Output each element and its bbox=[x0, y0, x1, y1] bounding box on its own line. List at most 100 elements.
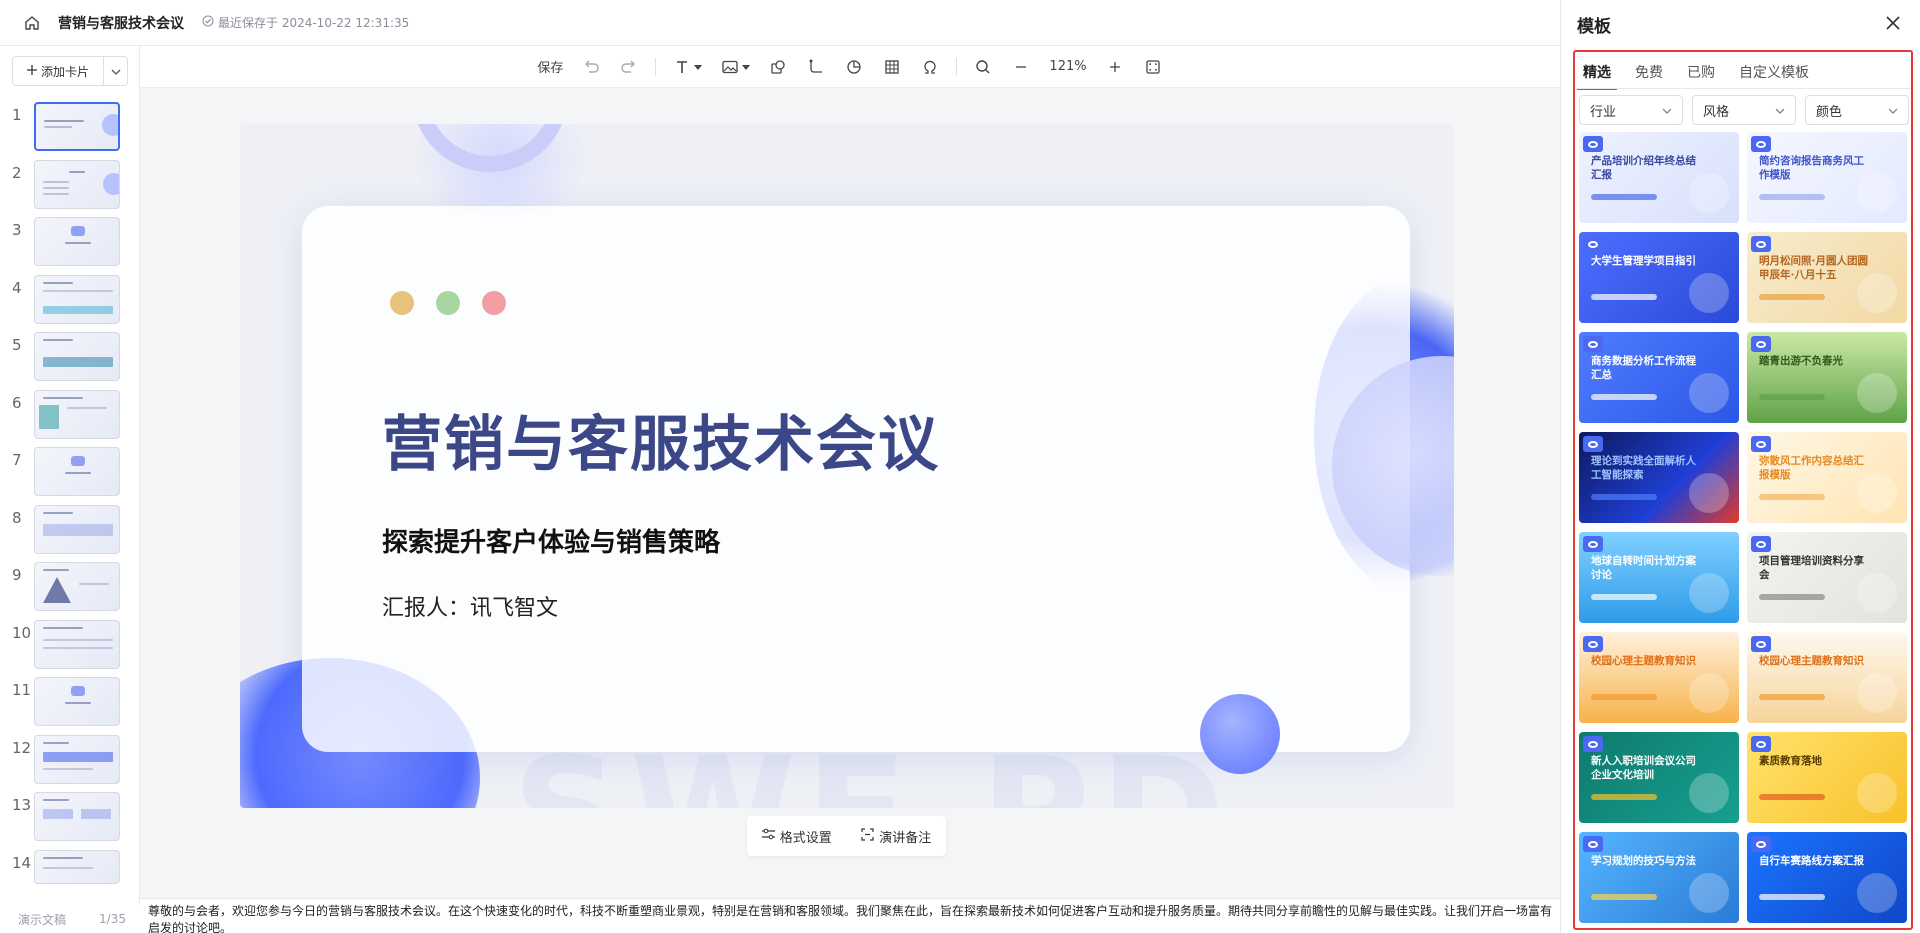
slide-thumbnail[interactable] bbox=[34, 332, 120, 381]
table-tool-button[interactable] bbox=[880, 54, 904, 80]
template-card[interactable]: 简约咨询报告商务风工作模版 bbox=[1747, 132, 1907, 223]
undo-button[interactable] bbox=[579, 54, 603, 80]
add-card-control: 添加卡片 bbox=[12, 56, 128, 86]
redo-button[interactable] bbox=[617, 54, 641, 80]
template-subtitle-bar bbox=[1591, 494, 1657, 500]
slide-row[interactable]: 7 bbox=[0, 447, 140, 505]
dot-green bbox=[436, 291, 460, 315]
fit-screen-button[interactable] bbox=[1141, 54, 1165, 80]
slide-thumbnail[interactable] bbox=[34, 792, 120, 841]
add-card-dropdown-button[interactable] bbox=[103, 57, 127, 85]
slide-thumbnail[interactable] bbox=[34, 102, 120, 151]
decor-circle-large bbox=[1332, 356, 1454, 576]
template-card[interactable]: 校园心理主题教育知识 bbox=[1747, 632, 1907, 723]
slide-row[interactable]: 5 bbox=[0, 332, 140, 390]
search-button[interactable] bbox=[971, 54, 995, 80]
slide-thumbnail[interactable] bbox=[34, 677, 120, 726]
template-subtitle-bar bbox=[1759, 294, 1825, 300]
redo-icon bbox=[619, 57, 639, 77]
slide-row[interactable]: 3 bbox=[0, 217, 140, 275]
template-title: 新人入职培训会议公司企业文化培训 bbox=[1591, 755, 1696, 781]
table-icon bbox=[882, 57, 902, 77]
color-filter[interactable]: 颜色 bbox=[1805, 95, 1909, 125]
speaker-notes-button[interactable]: 演讲备注 bbox=[861, 827, 931, 846]
slide-row[interactable]: 11 bbox=[0, 677, 140, 735]
tab-custom[interactable]: 自定义模板 bbox=[1739, 56, 1809, 88]
slide-row[interactable]: 12 bbox=[0, 734, 140, 793]
format-settings-button[interactable]: 格式设置 bbox=[761, 827, 832, 846]
slide-number: 13 bbox=[12, 796, 32, 814]
slide-thumbnail[interactable] bbox=[34, 619, 120, 669]
template-card[interactable]: 理论到实践全面解析人工智能探索 bbox=[1579, 432, 1739, 523]
text-tool-button[interactable] bbox=[670, 54, 704, 80]
close-icon[interactable] bbox=[1882, 12, 1904, 34]
zoom-in-button[interactable] bbox=[1103, 54, 1127, 80]
slide-row[interactable]: 13 bbox=[0, 792, 140, 850]
slide-row[interactable]: 4 bbox=[0, 274, 140, 333]
slide-thumbnail[interactable] bbox=[34, 849, 120, 884]
speaker-notes-text[interactable]: 尊敬的与会者，欢迎您参与今日的营销与客服技术会议。在这个快速变化的时代，科技不断… bbox=[140, 898, 1560, 933]
slide-row[interactable]: 9 bbox=[0, 562, 140, 620]
template-card[interactable]: 明月松间照·月圆人团圆 甲辰年·八月十五 bbox=[1747, 232, 1907, 323]
template-card[interactable]: 学习规划的技巧与方法 bbox=[1579, 832, 1739, 923]
template-card[interactable]: 大学生管理学项目指引 bbox=[1579, 232, 1739, 323]
slide-thumbnail[interactable] bbox=[34, 389, 120, 439]
slide-canvas[interactable]: SWF PD 营销与客服技术会议 探索提升客户体验与销售策略 汇报人：讯飞智文 bbox=[240, 124, 1454, 808]
tab-free[interactable]: 免费 bbox=[1635, 56, 1663, 88]
template-card[interactable]: 校园心理主题教育知识 bbox=[1579, 632, 1739, 723]
slide-thumbnail[interactable] bbox=[34, 217, 120, 266]
notes-icon bbox=[861, 827, 874, 845]
slide-thumbnail[interactable] bbox=[34, 159, 120, 209]
tab-featured[interactable]: 精选 bbox=[1577, 56, 1617, 90]
template-card[interactable]: 踏青出游不负春光 bbox=[1747, 332, 1907, 423]
tab-purchased[interactable]: 已购 bbox=[1687, 56, 1715, 88]
home-icon[interactable] bbox=[16, 7, 48, 39]
template-title: 商务数据分析工作流程汇总 bbox=[1591, 355, 1696, 381]
template-card[interactable]: 项目管理培训资料分享会 bbox=[1747, 532, 1907, 623]
save-status-text: 最近保存于 2024-10-22 12:31:35 bbox=[218, 16, 410, 30]
slide-thumbnail[interactable] bbox=[34, 562, 120, 611]
template-card[interactable]: 自行车赛路线方案汇报 bbox=[1747, 832, 1907, 923]
slide-row[interactable]: 8 bbox=[0, 504, 140, 563]
zoom-level[interactable]: 121% bbox=[1047, 54, 1088, 80]
slide-thumbnail[interactable] bbox=[34, 734, 120, 784]
template-badge-icon bbox=[1751, 536, 1771, 552]
plus-icon bbox=[1105, 57, 1125, 77]
slide-row[interactable]: 6 bbox=[0, 389, 140, 448]
slide-thumbnail[interactable] bbox=[34, 504, 120, 554]
symbol-tool-button[interactable] bbox=[918, 54, 942, 80]
template-card[interactable]: 产品培训介绍年终总结汇报 bbox=[1579, 132, 1739, 223]
template-card[interactable]: 新人入职培训会议公司企业文化培训 bbox=[1579, 732, 1739, 823]
template-card[interactable]: 素质教育落地 bbox=[1747, 732, 1907, 823]
document-title[interactable]: 营销与客服技术会议 bbox=[58, 13, 184, 33]
style-filter[interactable]: 风格 bbox=[1692, 95, 1796, 125]
slide-options-bar: 格式设置 演讲备注 bbox=[747, 816, 946, 856]
slide-row[interactable]: 10 bbox=[0, 619, 140, 678]
template-card[interactable]: 地球自转时间计划方案讨论 bbox=[1579, 532, 1739, 623]
add-card-button[interactable]: 添加卡片 bbox=[13, 57, 103, 85]
chart-tool-button[interactable] bbox=[842, 54, 866, 80]
template-title: 理论到实践全面解析人工智能探索 bbox=[1591, 455, 1696, 481]
template-card[interactable]: 弥散风工作内容总结汇报模版 bbox=[1747, 432, 1907, 523]
slide-title-card[interactable]: SWF PD 营销与客服技术会议 探索提升客户体验与销售策略 汇报人：讯飞智文 bbox=[302, 206, 1454, 808]
slide-row[interactable]: 2 bbox=[0, 159, 140, 218]
industry-filter[interactable]: 行业 bbox=[1579, 95, 1683, 125]
template-title: 素质教育落地 bbox=[1759, 755, 1822, 767]
slide-row[interactable]: 1 bbox=[0, 102, 140, 160]
slide-reporter[interactable]: 汇报人：讯飞智文 bbox=[382, 590, 558, 622]
slide-title[interactable]: 营销与客服技术会议 bbox=[382, 396, 940, 483]
connector-tool-button[interactable] bbox=[804, 54, 828, 80]
shape-tool-button[interactable] bbox=[766, 54, 790, 80]
slide-subtitle[interactable]: 探索提升客户体验与销售策略 bbox=[382, 522, 720, 559]
speaker-notes-label: 演讲备注 bbox=[879, 830, 932, 846]
image-tool-button[interactable] bbox=[718, 54, 752, 80]
template-badge-icon bbox=[1751, 436, 1771, 452]
save-button[interactable]: 保存 bbox=[535, 54, 565, 80]
template-subtitle-bar bbox=[1591, 594, 1657, 600]
slide-thumbnail[interactable] bbox=[34, 447, 120, 496]
slide-number: 4 bbox=[12, 278, 22, 297]
slide-row[interactable]: 14 bbox=[0, 849, 140, 908]
slide-thumbnail[interactable] bbox=[34, 274, 120, 324]
template-card[interactable]: 商务数据分析工作流程汇总 bbox=[1579, 332, 1739, 423]
zoom-out-button[interactable] bbox=[1009, 54, 1033, 80]
